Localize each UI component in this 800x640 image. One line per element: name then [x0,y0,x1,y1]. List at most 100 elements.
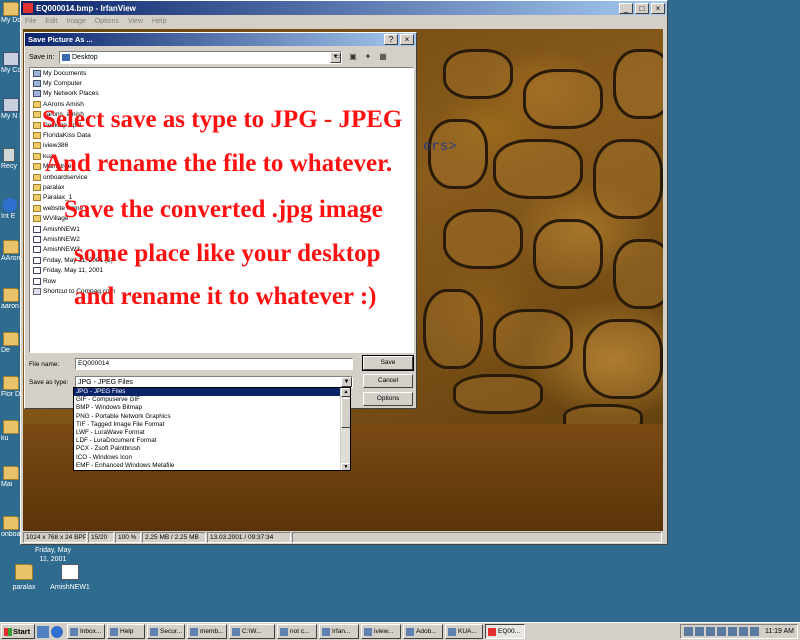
menu-item-file[interactable]: File [25,18,36,25]
list-item[interactable]: FloridaKiss Data [30,130,413,140]
taskbar-button[interactable]: not c... [277,624,317,639]
network-icon [3,98,19,112]
status-zoom: 100 % [115,532,141,543]
tray-icon[interactable] [705,627,715,636]
list-item[interactable]: My Computer [30,78,413,88]
taskbar-button[interactable]: Irfan... [319,624,359,639]
list-item[interactable]: AArons Amish [30,99,413,109]
dropdown-option[interactable]: BMP - Windows Bitmap [74,404,340,412]
taskbar-button[interactable]: EQ00... [485,624,525,639]
minimize-button[interactable]: _ [619,2,633,14]
tray-icon[interactable] [694,627,704,636]
taskbar-button[interactable]: C:\W... [229,624,275,639]
list-item[interactable]: aarons_amish [30,110,413,120]
save-as-type-label: Save as type: [29,378,69,386]
quicklaunch-desktop-icon[interactable] [37,625,49,638]
save-button[interactable]: Save [362,355,414,371]
list-item[interactable]: AmishNEW3 [30,245,413,255]
dropdown-option[interactable]: ICO - Windows Icon [74,454,340,462]
folder-icon [3,516,19,530]
options-button[interactable]: Options [363,392,413,406]
list-item[interactable]: Shortcut to Compaq.com [30,286,413,296]
quicklaunch-ie-icon[interactable] [51,625,63,638]
desktop-icon-amishnew1[interactable]: AmishNEW1 [48,564,92,591]
dropdown-option[interactable]: EMF - Enhanced Windows Metafile [74,462,340,470]
dropdown-option[interactable]: PNG - Portable Network Graphics [74,413,340,421]
dropdown-option[interactable]: LWF - LuraWave Format [74,429,340,437]
start-label: Start [13,627,31,636]
status-index: 15/20 [88,532,114,543]
dialog-title-bar[interactable]: Save Picture As ... ? × [25,33,416,46]
save-as-type-dropdown[interactable]: JPG - JPEG Files GIF - Compuserve GIF BMP … [73,387,351,471]
view-menu-icon[interactable]: ▦ [377,51,389,62]
file-list[interactable]: My Documents My Computer My Network Places… [29,67,414,353]
list-item[interactable]: Row [30,276,413,286]
list-item[interactable]: My Network Places [30,89,413,99]
irfanview-app-icon [23,3,33,13]
file-name-input[interactable]: EQ000014 [75,358,353,370]
menu-item-help[interactable]: Help [152,18,166,25]
new-folder-icon[interactable]: ✦ [362,51,374,62]
app-icon [110,627,118,636]
list-item[interactable]: Desktop April [30,120,413,130]
list-item[interactable]: Paralax_1 [30,193,413,203]
system-folder-icon [33,69,41,77]
chevron-down-icon[interactable]: ▼ [341,377,352,387]
list-item[interactable]: AmishNEW1 [30,224,413,234]
start-button[interactable]: Start [1,624,35,639]
list-item[interactable]: My Documents [30,68,413,78]
dropdown-option[interactable]: TIF - Tagged Image File Format [74,421,340,429]
save-in-combo[interactable]: Desktop ▼ [59,51,342,64]
taskbar-button[interactable]: memb... [187,624,227,639]
menu-item-edit[interactable]: Edit [45,18,57,25]
close-button[interactable]: × [651,2,665,14]
tray-icon[interactable] [716,627,726,636]
status-bar: 1024 x 768 x 24 BPP 15/20 100 % 2.25 MB … [23,532,663,543]
desktop-behind-text: Friday, May 11, 2001 [34,547,72,563]
maximize-button[interactable]: □ [635,2,649,14]
taskbar-button[interactable]: iview... [361,624,401,639]
list-item[interactable]: paralax [30,182,413,192]
dropdown-option[interactable]: LDF - LuraDocument Format [74,437,340,445]
list-item[interactable]: iview386 [30,141,413,151]
list-item[interactable]: Friday, May 11, 2001 (2) [30,255,413,265]
document-icon [33,246,41,254]
list-item[interactable]: Friday, May 11, 2001 [30,265,413,275]
tray-icon[interactable] [683,627,693,636]
menu-item-options[interactable]: Options [95,18,119,25]
list-item[interactable]: WVillage [30,213,413,223]
dialog-toolbar: ⇦ ▣ ✦ ▦ [332,51,389,62]
app-icon [280,627,288,636]
app-icon [448,627,456,636]
list-item[interactable]: Mainstreet [30,162,413,172]
up-folder-icon[interactable]: ▣ [347,51,359,62]
desktop-icon-paralax[interactable]: paralax [2,564,46,591]
dropdown-option[interactable]: JPG - JPEG Files [74,388,340,397]
taskbar-button[interactable]: Secur... [147,624,185,639]
tray-icon[interactable] [738,627,748,636]
irfanview-title-bar[interactable]: EQ000014.bmp - IrfanView _ □ × [21,1,667,15]
document-icon [61,564,79,580]
taskbar-button[interactable]: KUA... [445,624,483,639]
back-icon[interactable]: ⇦ [332,51,344,62]
menu-item-image[interactable]: Image [66,18,85,25]
dialog-close-button[interactable]: × [400,34,414,45]
dropdown-option[interactable]: PCX - Zsoft Paintbrush [74,445,340,453]
scroll-thumb[interactable] [341,398,350,428]
menu-item-view[interactable]: View [128,18,143,25]
tray-icon[interactable] [727,627,737,636]
cancel-button[interactable]: Cancel [363,374,413,388]
list-item[interactable]: onboardservice [30,172,413,182]
list-item[interactable]: kua [30,151,413,161]
tray-icon[interactable] [749,627,759,636]
dialog-help-button[interactable]: ? [384,34,398,45]
scroll-up-icon[interactable]: ▲ [341,388,350,397]
dropdown-scrollbar[interactable]: ▲ ▼ [340,388,350,470]
list-item[interactable]: AmishNEW2 [30,234,413,244]
taskbar-button[interactable]: Adob... [403,624,443,639]
dropdown-option[interactable]: GIF - Compuserve GIF [74,396,340,404]
taskbar-button[interactable]: Inbox... [67,624,105,639]
list-item[interactable]: website name [30,203,413,213]
scroll-down-icon[interactable]: ▼ [341,463,350,470]
taskbar-button[interactable]: Help [107,624,145,639]
